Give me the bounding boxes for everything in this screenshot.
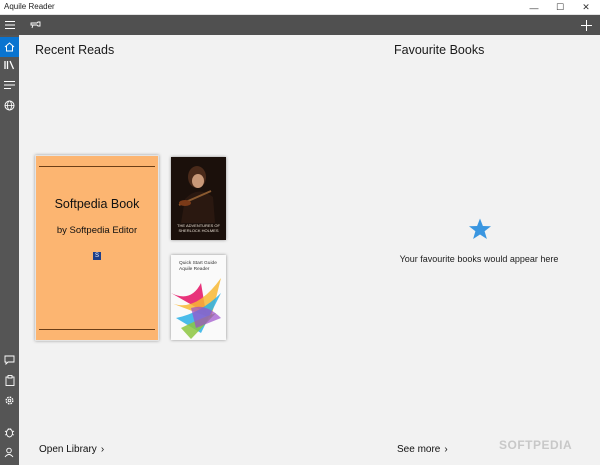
rail-item-debug[interactable]	[0, 422, 19, 442]
softpedia-logo-icon: S	[93, 252, 101, 260]
book-cover-frame: Softpedia Book by Softpedia Editor S	[39, 166, 155, 330]
favourite-books-title: Favourite Books	[394, 43, 485, 57]
rail-item-home[interactable]	[0, 37, 19, 57]
window-title: Aquile Reader	[4, 2, 55, 11]
see-more-link[interactable]: See more ›	[397, 444, 448, 455]
open-library-link[interactable]: Open Library ›	[39, 444, 104, 455]
title-bar: Aquile Reader — ☐ ✕	[0, 0, 600, 15]
rail-item-list[interactable]	[0, 75, 19, 95]
rail-item-clipboard[interactable]	[0, 370, 19, 390]
rail-item-web[interactable]	[0, 95, 19, 115]
book-softpedia[interactable]: Softpedia Book by Softpedia Editor S	[35, 155, 159, 341]
violinist-illustration	[171, 157, 226, 223]
feedback-icon	[4, 355, 15, 365]
navigation-rail	[0, 35, 19, 465]
book-quick-start-guide[interactable]: Quick Start Guide Aquile Reader	[171, 255, 226, 340]
softpedia-watermark: SOFTPEDIA	[499, 438, 573, 452]
library-icon	[4, 60, 15, 70]
chevron-right-icon: ›	[100, 444, 105, 455]
abstract-art-illustration	[171, 278, 221, 339]
rail-item-settings[interactable]	[0, 390, 19, 410]
clipboard-icon	[5, 374, 14, 386]
favourites-empty-text: Your favourite books would appear here	[399, 254, 559, 264]
close-button[interactable]: ✕	[573, 0, 599, 15]
recent-reads-title: Recent Reads	[35, 43, 115, 57]
minimize-button[interactable]: —	[521, 0, 547, 15]
rail-item-feedback[interactable]	[0, 350, 19, 370]
gear-icon	[5, 396, 14, 404]
book-title: THE ADVENTURES OF SHERLOCK HOLMES	[177, 223, 220, 233]
home-icon	[4, 42, 15, 52]
book-title: Softpedia Book	[54, 197, 140, 211]
globe-icon	[4, 100, 15, 110]
see-more-label: See more	[397, 444, 441, 455]
rail-item-account[interactable]	[0, 442, 19, 462]
person-icon	[4, 447, 14, 457]
list-icon	[4, 81, 15, 89]
home-page: Recent Reads Favourite Books Softpedia B…	[19, 35, 600, 465]
book-author: by Softpedia Editor	[56, 225, 138, 236]
star-icon	[469, 218, 491, 239]
plus-icon[interactable]	[578, 15, 594, 35]
hamburger-menu-icon[interactable]	[0, 15, 20, 35]
rail-item-library[interactable]	[0, 55, 19, 75]
bug-icon	[4, 427, 15, 437]
book-sherlock-holmes[interactable]: THE ADVENTURES OF SHERLOCK HOLMES	[171, 157, 226, 240]
pin-icon[interactable]	[27, 15, 43, 35]
chevron-right-icon: ›	[444, 444, 448, 455]
maximize-button[interactable]: ☐	[547, 0, 573, 15]
open-library-label: Open Library	[39, 444, 97, 455]
toolbar	[0, 15, 600, 35]
book-title: Quick Start Guide Aquile Reader	[179, 261, 217, 272]
